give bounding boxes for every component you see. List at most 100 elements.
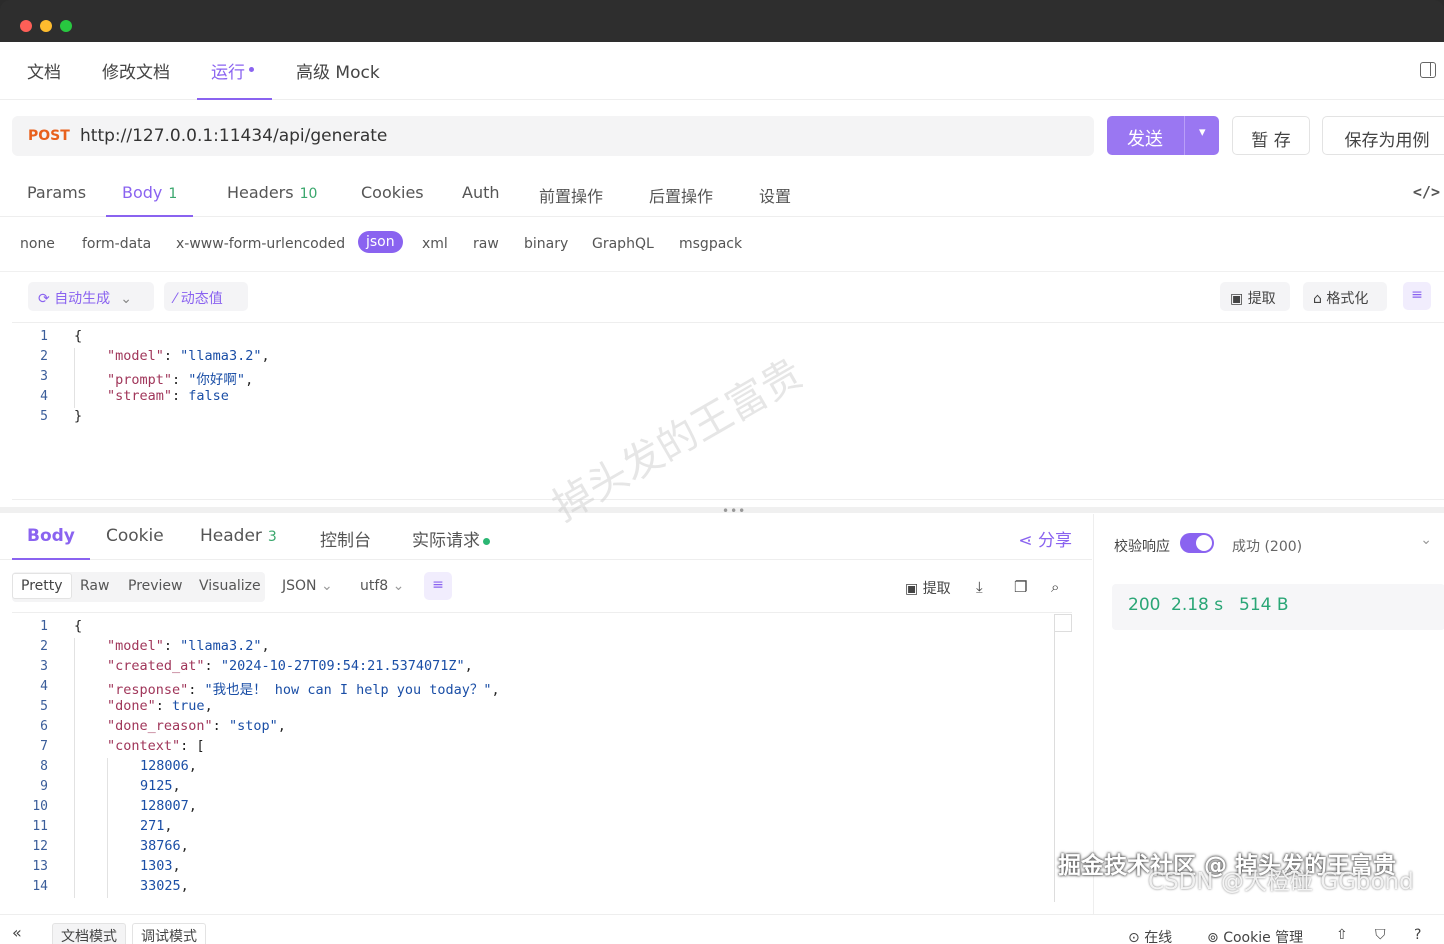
verify-response-toggle[interactable] bbox=[1180, 533, 1214, 553]
close-window-dot[interactable] bbox=[20, 20, 32, 32]
csdn-watermark: CSDN @大橙碰 GGbond bbox=[1148, 869, 1414, 895]
line-number: 8 bbox=[40, 759, 48, 774]
extract-button[interactable]: ▣ 提取 bbox=[1220, 282, 1290, 311]
maximize-window-dot[interactable] bbox=[60, 20, 72, 32]
send-dropdown-chevron-icon[interactable]: ▾ bbox=[1199, 125, 1206, 140]
indent-guide bbox=[74, 348, 75, 368]
tab-doc[interactable]: 文档 bbox=[27, 58, 61, 100]
response-type-select[interactable]: JSON ⌄ bbox=[282, 578, 333, 594]
encoding-value: utf8 bbox=[360, 578, 389, 594]
tab-settings[interactable]: 设置 bbox=[759, 183, 791, 217]
tab-headers[interactable]: Headers 10 bbox=[227, 183, 317, 217]
copy-icon[interactable]: ❐ bbox=[1014, 578, 1027, 596]
code-token: , bbox=[464, 658, 473, 674]
code-token: : bbox=[204, 658, 221, 674]
save-as-case-button[interactable]: 保存为用例 bbox=[1322, 116, 1444, 155]
share-label: 分享 bbox=[1038, 531, 1072, 551]
code-line: 271, bbox=[140, 818, 173, 838]
format-visualize[interactable]: Visualize bbox=[199, 578, 261, 594]
share-button[interactable]: ⋖ 分享 bbox=[1018, 526, 1072, 551]
body-type-none[interactable]: none bbox=[20, 236, 55, 252]
save-draft-button[interactable]: 暂 存 bbox=[1232, 116, 1310, 155]
code-token: "response" bbox=[107, 682, 189, 698]
format-preview[interactable]: Preview bbox=[128, 578, 183, 594]
tab-auth[interactable]: Auth bbox=[462, 183, 500, 217]
tab-edit-doc[interactable]: 修改文档 bbox=[102, 58, 170, 100]
line-number: 10 bbox=[32, 799, 48, 814]
format-raw[interactable]: Raw bbox=[80, 578, 109, 594]
tab-body[interactable]: Body 1 bbox=[106, 183, 194, 217]
code-token: { bbox=[74, 618, 83, 634]
tab-body-label: Body bbox=[122, 183, 163, 202]
code-token: , bbox=[164, 818, 173, 834]
body-type-raw[interactable]: raw bbox=[473, 236, 499, 252]
body-type-binary[interactable]: binary bbox=[524, 236, 568, 252]
indent-guide bbox=[74, 718, 75, 738]
code-token: : bbox=[188, 682, 205, 698]
doc-mode-button[interactable]: 文档模式 bbox=[52, 923, 126, 944]
upload-icon[interactable]: ⇧ bbox=[1336, 927, 1348, 943]
format-button[interactable]: ⌂ 格式化 bbox=[1303, 282, 1387, 311]
url-input[interactable]: http://127.0.0.1:11434/api/generate bbox=[80, 126, 387, 146]
url-bar[interactable]: POST http://127.0.0.1:11434/api/generate bbox=[12, 116, 1094, 156]
tab-response-header-label: Header bbox=[200, 526, 262, 546]
extract-label: 提取 bbox=[1247, 291, 1276, 307]
line-number: 2 bbox=[40, 639, 48, 654]
collapse-sidebar-icon[interactable]: « bbox=[12, 923, 22, 942]
response-wrap-icon[interactable]: ≡ bbox=[424, 572, 452, 600]
code-token: "done" bbox=[107, 698, 156, 714]
dynamic-value-button[interactable]: ⁄ 动态值 bbox=[164, 282, 248, 311]
code-token: "stream" bbox=[107, 388, 173, 404]
auto-generate-button[interactable]: ⟳ 自动生成 ⌄ bbox=[28, 282, 154, 311]
minimize-window-dot[interactable] bbox=[40, 20, 52, 32]
tab-pre-ops[interactable]: 前置操作 bbox=[539, 183, 603, 217]
body-type-form-data[interactable]: form-data bbox=[82, 236, 151, 252]
indent-guide bbox=[74, 798, 75, 818]
tab-response-header[interactable]: Header 3 bbox=[200, 526, 277, 560]
auto-generate-label: 自动生成 bbox=[54, 291, 111, 307]
split-view-icon[interactable] bbox=[1420, 62, 1436, 78]
line-number: 7 bbox=[40, 739, 48, 754]
download-icon[interactable]: ⤓ bbox=[976, 578, 983, 596]
body-type-graphql[interactable]: GraphQL bbox=[592, 236, 654, 252]
tab-response-cookie[interactable]: Cookie bbox=[106, 526, 164, 560]
tab-actual-request[interactable]: 实际请求 bbox=[412, 526, 490, 560]
tab-params[interactable]: Params bbox=[27, 183, 86, 217]
tab-cookies[interactable]: Cookies bbox=[361, 183, 424, 217]
code-token: "stop" bbox=[228, 718, 278, 734]
expected-status-select[interactable]: 成功 (200) bbox=[1232, 536, 1302, 556]
format-pretty[interactable]: Pretty bbox=[12, 573, 72, 599]
body-type-xml[interactable]: xml bbox=[422, 236, 448, 252]
code-line: 128006, bbox=[140, 758, 197, 778]
response-extract-button[interactable]: ▣ 提取 bbox=[905, 578, 951, 598]
help-icon[interactable]: ? bbox=[1414, 927, 1421, 943]
encoding-select[interactable]: utf8 ⌄ bbox=[360, 578, 404, 594]
code-snippet-icon[interactable]: </> bbox=[1413, 183, 1440, 201]
cookie-manager[interactable]: ⊚ Cookie 管理 bbox=[1207, 927, 1303, 944]
indent-guide bbox=[74, 388, 75, 408]
body-type-json[interactable]: json bbox=[358, 231, 403, 253]
format-label: 格式化 bbox=[1326, 291, 1369, 307]
debug-mode-button[interactable]: 调试模式 bbox=[132, 923, 206, 944]
tab-response-body[interactable]: Body bbox=[12, 526, 90, 560]
body-type-urlencoded[interactable]: x-www-form-urlencoded bbox=[176, 236, 345, 252]
line-number: 12 bbox=[32, 839, 48, 854]
search-icon[interactable]: ⌕ bbox=[1051, 578, 1059, 596]
magic-wand-icon: ⁄ bbox=[174, 291, 181, 307]
tab-advanced-mock[interactable]: 高级 Mock bbox=[296, 58, 380, 100]
chevron-down-icon[interactable]: ⌄ bbox=[1420, 532, 1432, 548]
shirt-icon[interactable]: ⛉ bbox=[1375, 927, 1386, 943]
code-token: : bbox=[163, 348, 181, 364]
line-number: 5 bbox=[40, 409, 48, 424]
online-status[interactable]: ⊙ 在线 bbox=[1128, 927, 1172, 944]
word-wrap-icon[interactable]: ≡ bbox=[1403, 282, 1431, 310]
tab-run[interactable]: 运行 bbox=[197, 58, 272, 100]
send-button[interactable]: 发送 ▾ bbox=[1107, 116, 1219, 155]
tab-post-ops[interactable]: 后置操作 bbox=[649, 183, 713, 217]
body-type-msgpack[interactable]: msgpack bbox=[679, 236, 742, 252]
response-body-viewer[interactable]: 1 {2 "model": "llama3.2", 3 "created_at": "2… bbox=[12, 612, 1072, 902]
vertical-scrollbar[interactable] bbox=[1054, 632, 1055, 902]
tab-console[interactable]: 控制台 bbox=[320, 526, 371, 560]
tab-headers-label: Headers bbox=[227, 183, 294, 202]
http-method[interactable]: POST bbox=[28, 128, 70, 144]
